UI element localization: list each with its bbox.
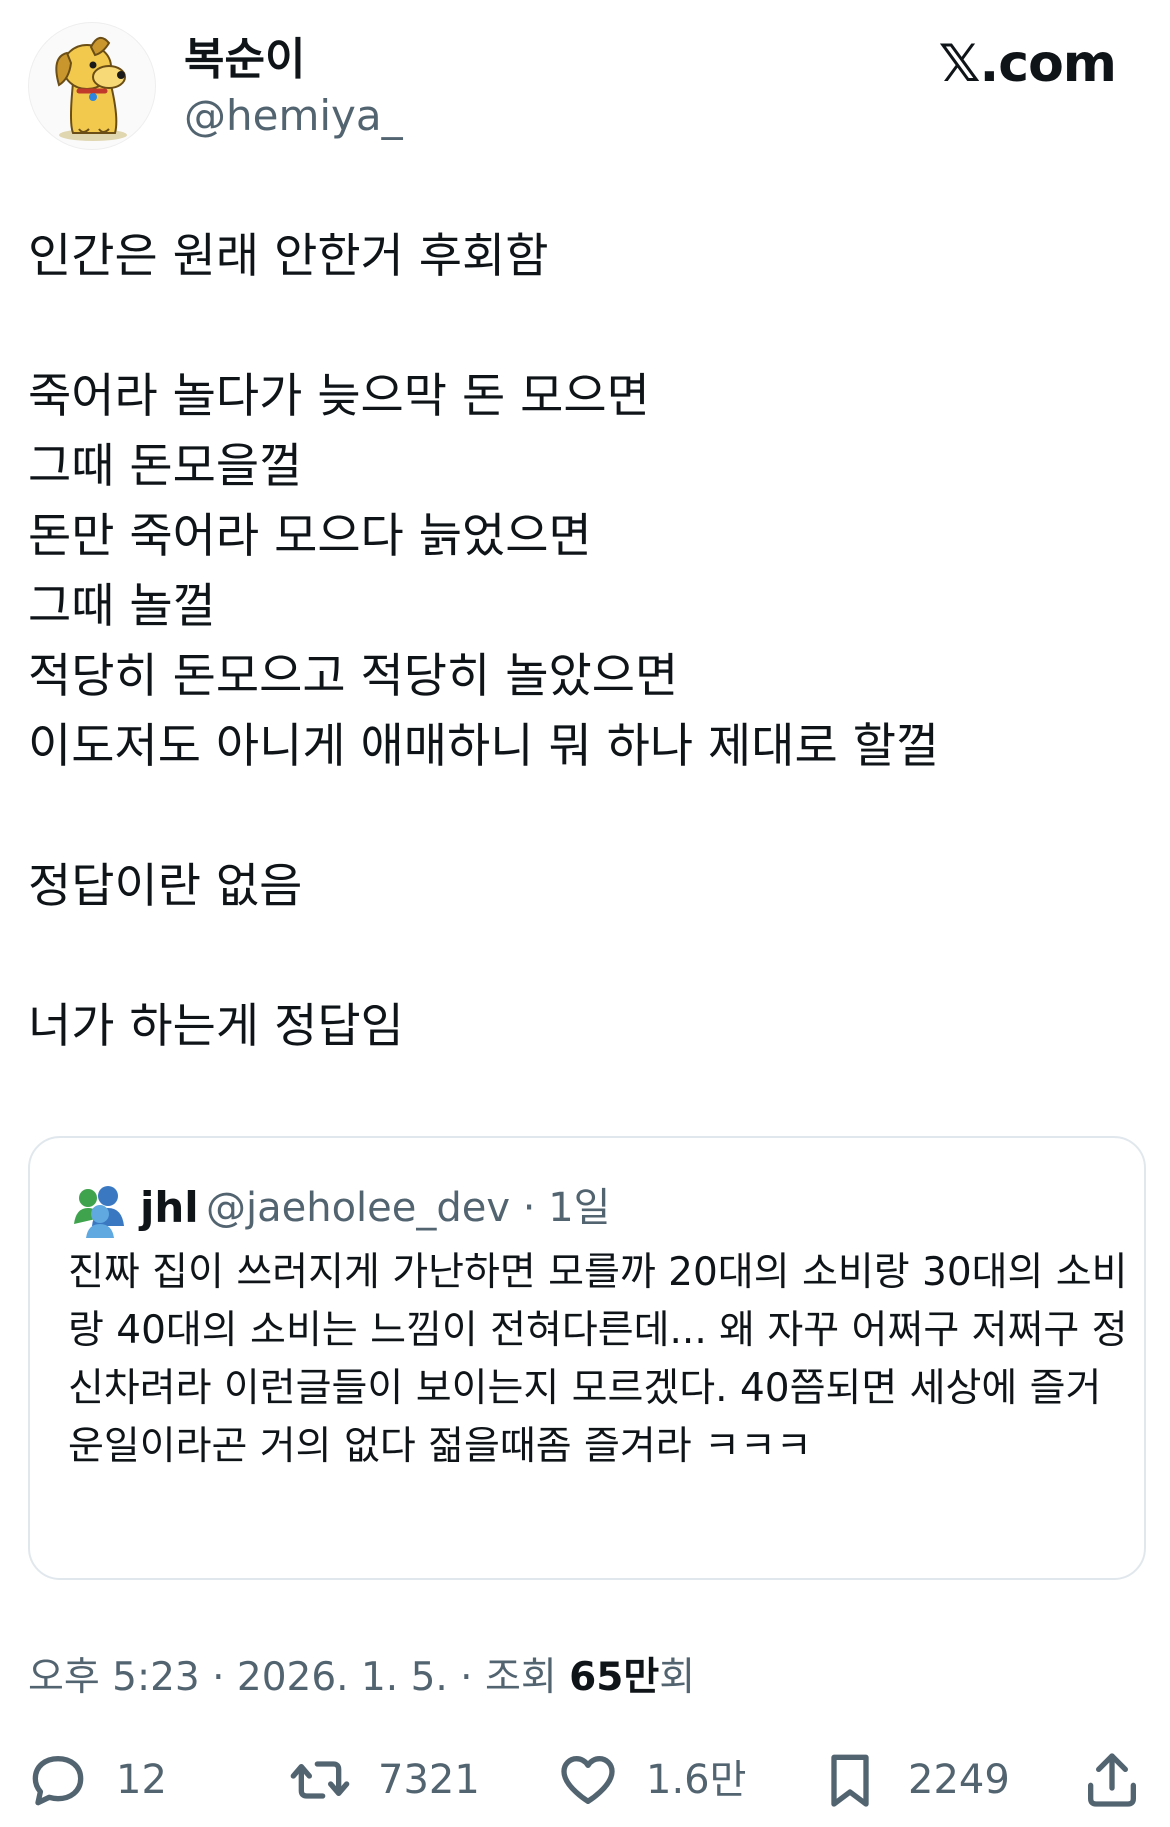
like-count: 1.6만 bbox=[646, 1757, 747, 1803]
author-display-name[interactable]: 복순이 bbox=[184, 34, 305, 86]
author-avatar[interactable] bbox=[28, 22, 156, 150]
quote-author-name[interactable]: jhl bbox=[140, 1178, 199, 1238]
tweet-line: 인간은 원래 안한거 후회함 bbox=[28, 229, 549, 284]
tweet-line: 그때 놀껄 bbox=[28, 579, 216, 634]
reply-button[interactable]: 12 bbox=[26, 1740, 167, 1820]
tweet-meta: 오후 5:23 · 2026. 1. 5. · 조회 65만회 bbox=[28, 1650, 695, 1706]
retweet-count: 7321 bbox=[378, 1757, 480, 1803]
quoted-tweet[interactable]: jhl @jaeholee_dev · 1일 진짜 집이 쓰러지게 가난하면 모… bbox=[28, 1136, 1146, 1580]
people-avatar-icon bbox=[74, 1186, 124, 1238]
tweet-line: 죽어라 놀다가 늦으막 돈 모으면 bbox=[28, 369, 650, 424]
like-button[interactable]: 1.6만 bbox=[556, 1740, 746, 1820]
share-upload-icon bbox=[1088, 1753, 1136, 1807]
reply-count: 12 bbox=[116, 1757, 167, 1803]
action-bar: 12 7321 1.6만 2249 bbox=[0, 1740, 1170, 1820]
tweet-timestamp[interactable]: 오후 5:23 · 2026. 1. 5. · 조회 bbox=[28, 1655, 569, 1700]
view-count: 65만 bbox=[569, 1655, 660, 1700]
tweet-line: 적당히 돈모으고 적당히 놀았으면 bbox=[28, 649, 679, 704]
bookmark-count: 2249 bbox=[908, 1757, 1010, 1803]
dog-avatar-icon bbox=[55, 36, 127, 141]
tweet-header: 복순이 @hemiya_ 𝕏.com bbox=[0, 0, 1170, 180]
bookmark-icon bbox=[831, 1754, 869, 1807]
quote-author-avatar[interactable] bbox=[68, 1180, 130, 1242]
quote-author-handle-time[interactable]: @jaeholee_dev · 1일 bbox=[206, 1178, 610, 1238]
speech-bubble-icon bbox=[32, 1756, 84, 1806]
heart-icon bbox=[561, 1756, 615, 1804]
tweet-text: 인간은 원래 안한거 후회함 죽어라 놀다가 늦으막 돈 모으면 그때 돈모을껄… bbox=[28, 222, 1138, 1062]
retweet-button[interactable]: 7321 bbox=[288, 1740, 480, 1820]
tweet-line: 그때 돈모을껄 bbox=[28, 439, 303, 494]
bookmark-button[interactable]: 2249 bbox=[818, 1740, 1010, 1820]
view-count-suffix: 회 bbox=[659, 1655, 696, 1700]
retweet-arrows-icon bbox=[290, 1761, 350, 1799]
quote-text: 진짜 집이 쓰러지게 가난하면 모를까 20대의 소비랑 30대의 소비랑 40… bbox=[68, 1250, 1128, 1469]
tweet-line: 너가 하는게 정답임 bbox=[28, 999, 404, 1054]
share-button[interactable] bbox=[1080, 1740, 1144, 1820]
tweet-line: 이도저도 아니게 애매하니 뭐 하나 제대로 할껄 bbox=[28, 719, 940, 774]
author-handle[interactable]: @hemiya_ bbox=[184, 92, 403, 140]
tweet-line: 돈만 죽어라 모으다 늙었으면 bbox=[28, 509, 592, 564]
x-com-logo: 𝕏.com bbox=[938, 34, 1117, 94]
tweet-line: 정답이란 없음 bbox=[28, 859, 303, 914]
